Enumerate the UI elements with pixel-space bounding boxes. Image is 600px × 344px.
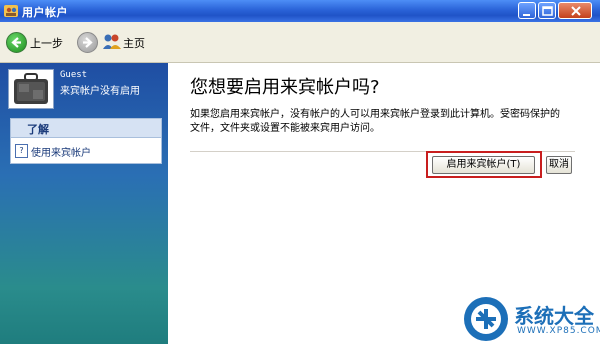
minimize-icon	[523, 14, 530, 16]
forward-button[interactable]	[77, 32, 98, 53]
page-description: 如果您启用来宾帐户，没有帐户的人可以用来宾帐户登录到此计算机。受密码保护的文件，…	[190, 109, 560, 134]
title-bar[interactable]: 用户帐户	[0, 0, 600, 22]
guest-username: Guest	[60, 70, 88, 80]
learn-item-label: 使用来宾帐户	[31, 148, 91, 159]
maximize-icon	[542, 6, 553, 16]
learn-about-header: 了解	[11, 119, 161, 138]
back-arrow-icon	[6, 32, 27, 53]
watermark-url: WWW.XP85.COM	[517, 326, 600, 336]
home-users-icon	[103, 34, 121, 49]
user-accounts-window: 用户帐户 上一步 主页 Guest 来宾帐户没有启用 了解 ? 使用来宾帐户 您…	[0, 0, 600, 344]
page-title: 您想要启用来宾帐户吗?	[190, 77, 380, 98]
guest-suitcase-icon	[8, 69, 54, 109]
close-button[interactable]	[558, 2, 592, 19]
back-label: 上一步	[30, 37, 63, 50]
learn-about-panel: 了解 ? 使用来宾帐户	[10, 118, 162, 164]
user-accounts-app-icon	[4, 5, 18, 17]
learn-about-title: 了解	[27, 123, 49, 136]
watermark-logo-icon	[464, 297, 508, 341]
minimize-button[interactable]	[518, 2, 536, 19]
cancel-button[interactable]: 取消	[546, 156, 572, 174]
enable-guest-button[interactable]: 启用来宾帐户(T)	[432, 156, 535, 174]
home-label: 主页	[123, 37, 145, 50]
toolbar: 上一步 主页	[0, 22, 600, 63]
forward-arrow-icon	[83, 37, 93, 48]
maximize-button[interactable]	[538, 2, 556, 19]
watermark-text: 系统大全	[514, 304, 594, 328]
help-icon: ?	[15, 144, 28, 158]
guest-status: 来宾帐户没有启用	[60, 86, 140, 97]
close-icon	[571, 6, 581, 16]
window-title: 用户帐户	[22, 6, 68, 19]
sidebar: Guest 来宾帐户没有启用 了解 ? 使用来宾帐户	[0, 63, 168, 344]
